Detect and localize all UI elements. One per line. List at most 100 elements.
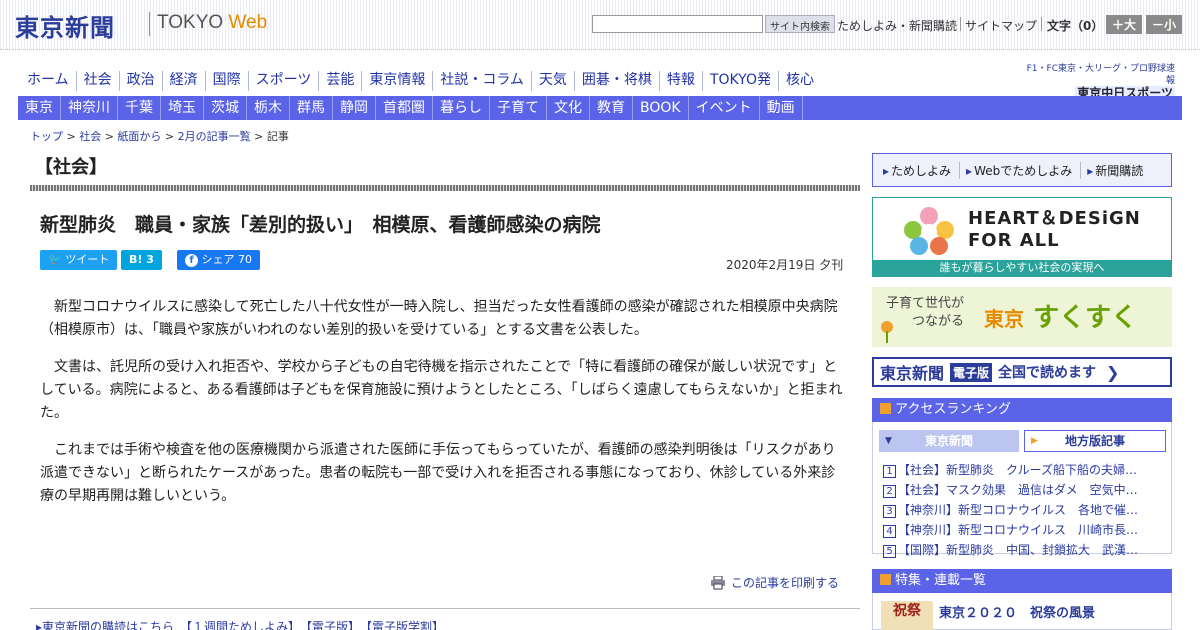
denshi-badge: 電子版 [950,362,993,382]
gnav-kakushin[interactable]: 核心 [779,71,821,91]
article-paragraph: 新型コロナウイルスに感染して死亡した八十代女性が一時入院し、担当だった女性看護師… [40,299,838,338]
article-paragraph: 文書は、託児所の受け入れ拒否や、学校から子どもの自宅待機を指示されたことで「特に… [40,359,843,421]
access-ranking-title: アクセスランキング [895,402,1011,417]
anav-kyoiku[interactable]: 教育 [590,96,633,120]
subscribe-links[interactable]: ▸東京新聞の購読はこちら 【１週間ためしよみ】 【電子版】 【電子版学割】 [36,618,444,630]
anav-chiba[interactable]: 千葉 [118,96,161,120]
bottom-divider [30,608,860,609]
header-divider [1041,17,1042,31]
access-ranking-box: 東京新聞 地方版記事 1【社会】新型肺炎 クルーズ船下船の夫婦… 2【社会】マス… [872,422,1172,558]
anav-gunma[interactable]: 群馬 [290,96,333,120]
breadcrumb-society[interactable]: 社会 [79,130,101,143]
hatena-bookmark-button[interactable]: B! 3 [121,250,162,270]
anav-saitama[interactable]: 埼玉 [161,96,204,120]
ranking-item[interactable]: 5 【国際】新型肺炎 中国、封鎖拡大 武漢… [883,540,1167,560]
heart-design-title-line1: HEART＆DESiGN [968,208,1141,229]
font-smaller-button[interactable]: －小 [1146,15,1183,34]
header-divider [960,17,961,31]
gnav-economy[interactable]: 経済 [163,71,206,91]
bullet-square-icon [880,403,891,414]
heart-design-title: HEART＆DESiGN FOR ALL [968,208,1141,252]
subscribe-link[interactable]: 新聞購読 [1081,162,1151,179]
gnav-editorial[interactable]: 社説・コラム [433,71,532,91]
heart-design-title-line2: FOR ALL [968,230,1060,251]
header-link-tameshi[interactable]: ためしよみ・新聞購読 [837,17,957,34]
breadcrumb-print[interactable]: 紙面から [117,130,161,143]
breadcrumb-current: 記事 [266,130,289,143]
feature-thumbnail[interactable]: 祝祭 [881,601,933,630]
anav-bunka[interactable]: 文化 [547,96,590,120]
header-link-sitemap[interactable]: サイトマップ [965,17,1037,34]
rank-number: 3 [883,505,896,518]
ranking-item-text: 【社会】マスク効果 過信はダメ 空気中… [898,483,1138,497]
search-input[interactable] [592,15,763,33]
ranking-item[interactable]: 1 【社会】新型肺炎 クルーズ船下船の夫婦… [883,460,1167,480]
chevron-right-icon: ❯ [1106,362,1120,382]
article-paragraph: これまでは手術や検査を他の医療機関から派遣された医師に手伝ってもらっていたが、看… [40,442,836,504]
site-logo-en[interactable]: TOKYO Web [157,12,267,34]
gnav-sports[interactable]: スポーツ [249,71,320,91]
rank-number: 4 [883,525,896,538]
ranking-tab-tokyo[interactable]: 東京新聞 [879,430,1019,452]
breadcrumb-month-list[interactable]: 2月の記事一覧 [178,130,251,143]
site-search-button[interactable]: サイト内検索 [765,15,835,33]
logo-divider [149,12,150,36]
rank-number: 5 [883,545,896,558]
gnav-society[interactable]: 社会 [77,71,120,91]
gnav-tokuho[interactable]: 特報 [660,71,703,91]
facebook-share-button[interactable]: f シェア 70 [177,250,260,270]
font-larger-button[interactable]: ＋大 [1106,15,1143,34]
features-title: 特集・連載一覧 [895,573,987,588]
anav-tokyo[interactable]: 東京 [18,96,61,120]
rank-number: 2 [883,485,896,498]
print-article-label: この記事を印刷する [731,576,840,590]
ranking-item[interactable]: 2 【社会】マスク効果 過信はダメ 空気中… [883,480,1167,500]
anav-video[interactable]: 動画 [760,96,803,120]
ranking-item[interactable]: 4 【神奈川】新型コロナウイルス 川崎市長… [883,520,1167,540]
ranking-item-text: 【国際】新型肺炎 中国、封鎖拡大 武漢… [898,543,1139,557]
denshi-text: 全国で読めます [998,365,1097,381]
features-box: 祝祭 東京２０２０ 祝祭の風景 [872,593,1172,630]
anav-shutoken[interactable]: 首都圏 [376,96,433,120]
gnav-home[interactable]: ホーム [20,71,77,91]
ranking-item-text: 【神奈川】新型コロナウイルス 各地で催… [898,503,1139,517]
gnav-weather[interactable]: 天気 [532,71,575,91]
gnav-tokyo-info[interactable]: 東京情報 [362,71,434,91]
web-tameshi-link[interactable]: Webでためしよみ [960,161,1082,179]
access-ranking-header: アクセスランキング [872,398,1172,422]
features-header: 特集・連載一覧 [872,569,1172,593]
anav-event[interactable]: イベント [689,96,760,120]
gnav-politics[interactable]: 政治 [120,71,163,91]
site-logo[interactable]: 東京新聞 [15,8,115,43]
anav-kosodate[interactable]: 子育て [490,96,547,120]
ranking-tab-local[interactable]: 地方版記事 [1024,430,1166,452]
facebook-share-label: シェア 70 [201,253,253,266]
print-article-link[interactable]: この記事を印刷する [710,574,839,591]
gnav-entertainment[interactable]: 芸能 [319,71,363,91]
anav-ibaraki[interactable]: 茨城 [204,96,247,120]
gnav-tokyo-hatsu[interactable]: TOKYO発 [703,71,779,91]
feature-item-link[interactable]: 東京２０２０ 祝祭の風景 [939,602,1095,621]
digital-edition-banner[interactable]: 東京新聞 電子版 全国で読めます ❯ [872,357,1172,387]
font-size-label: 文字（0） [1047,19,1104,33]
gnav-international[interactable]: 国際 [206,71,249,91]
gnav-go-shogi[interactable]: 囲碁・将棋 [575,71,660,91]
area-nav: 東京 神奈川 千葉 埼玉 茨城 栃木 群馬 静岡 首都圏 暮らし 子育て 文化 … [18,96,1182,120]
anav-book[interactable]: BOOK [633,96,689,120]
global-nav: ホーム 社会 政治 経済 国際 スポーツ 芸能 東京情報 社説・コラム 天気 囲… [20,71,821,91]
breadcrumb: トップ > 社会 > 紙面から > 2月の記事一覧 > 記事 [30,130,289,143]
anav-kanagawa[interactable]: 神奈川 [61,96,118,120]
anav-shizuoka[interactable]: 静岡 [333,96,376,120]
tameshi-link[interactable]: ためしよみ [877,161,961,179]
anav-kurashi[interactable]: 暮らし [433,96,490,120]
anav-tochigi[interactable]: 栃木 [247,96,290,120]
facebook-icon: f [185,254,198,267]
breadcrumb-top[interactable]: トップ [30,130,63,143]
ranking-item[interactable]: 3 【神奈川】新型コロナウイルス 各地で催… [883,500,1167,520]
logo-en-web: Web [228,12,268,33]
tweet-button[interactable]: 🐦 ツイート [40,250,118,270]
section-divider [30,185,860,191]
sukusuku-caption-line1: 子育て世代が [886,296,965,311]
sukusuku-banner[interactable]: 子育て世代が つながる 東京 すくすく [872,287,1172,347]
heart-design-banner[interactable]: HEART＆DESiGN FOR ALL 誰もが暮らしやすい社会の実現へ [872,197,1172,277]
